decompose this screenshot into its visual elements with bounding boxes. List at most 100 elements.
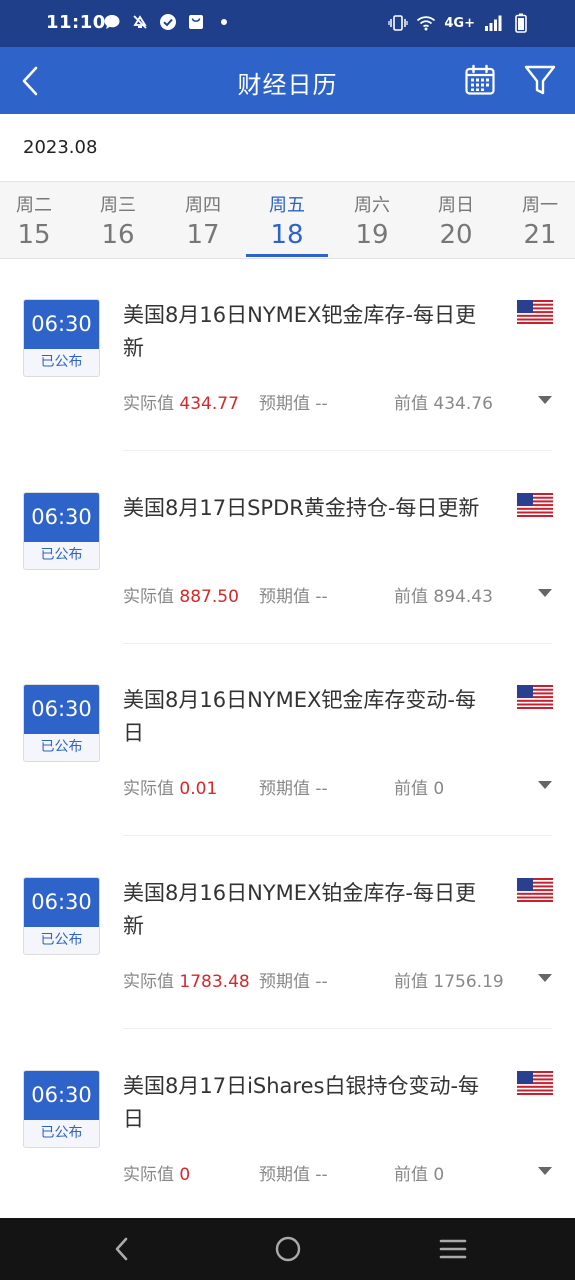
nav-menu-icon [439, 1239, 467, 1259]
day-16[interactable]: 周三 16 [76, 182, 160, 259]
day-number: 21 [523, 220, 557, 250]
actual-value: 实际值 887.50 [123, 587, 239, 607]
event-time-box: 06:30 已公布 [23, 299, 100, 377]
day-name: 周二 [16, 195, 52, 216]
day-number: 15 [17, 220, 51, 250]
event-title: 美国8月17日SPDR黄金持仓-每日更新 [123, 496, 480, 520]
app-bar: 财经日历 [0, 47, 575, 114]
us-flag-icon [517, 1071, 553, 1095]
day-21[interactable]: 周一 21 [498, 182, 575, 259]
check-circle-icon [158, 12, 178, 32]
event-time-box: 06:30 已公布 [23, 877, 100, 955]
vibrate-icon [388, 13, 408, 33]
event-time: 06:30 [24, 493, 99, 542]
event-title: 美国8月16日NYMEX钯金库存-每日更新 [123, 303, 476, 360]
event-item[interactable]: 06:30 已公布 美国8月16日NYMEX钯金库存变动-每日 实际值 0.01… [0, 644, 575, 836]
expand-arrow-icon[interactable] [537, 779, 553, 791]
event-values: 实际值 0 预期值 -- 前值 0 [123, 1160, 543, 1185]
mute-icon [130, 12, 150, 32]
day-20[interactable]: 周日 20 [414, 182, 498, 259]
event-time-box: 06:30 已公布 [23, 684, 100, 762]
shopping-bag-icon [186, 12, 206, 32]
forecast-value: 预期值 -- [259, 587, 328, 607]
day-name: 周一 [522, 195, 558, 216]
expand-arrow-icon[interactable] [537, 1165, 553, 1177]
actual-value: 实际值 434.77 [123, 394, 239, 414]
previous-value: 前值 434.76 [394, 394, 493, 414]
event-item[interactable]: 06:30 已公布 美国8月16日NYMEX钯金库存-每日更新 实际值 434.… [0, 259, 575, 451]
day-name: 周五 [269, 195, 305, 216]
event-values: 实际值 1783.48 预期值 -- 前值 1756.19 [123, 967, 543, 992]
divider [123, 835, 552, 836]
actual-value: 实际值 0 [123, 1165, 191, 1185]
filter-button[interactable] [522, 63, 558, 97]
month-row: 2023.08 [0, 114, 575, 182]
us-flag-icon [517, 493, 553, 517]
day-number: 16 [101, 220, 135, 250]
previous-value: 前值 894.43 [394, 587, 493, 607]
divider [123, 1028, 552, 1029]
chat-bubble-icon [102, 12, 122, 32]
day-number: 19 [355, 220, 389, 250]
event-item[interactable]: 06:30 已公布 美国8月17日SPDR黄金持仓-每日更新 实际值 887.5… [0, 452, 575, 644]
event-time-box: 06:30 已公布 [23, 1070, 100, 1148]
nav-home-button[interactable] [268, 1232, 308, 1266]
event-values: 实际值 434.77 预期值 -- 前值 434.76 [123, 389, 543, 414]
event-time: 06:30 [24, 300, 99, 349]
forecast-value: 预期值 -- [259, 972, 328, 992]
expand-arrow-icon[interactable] [537, 972, 553, 984]
day-name: 周四 [185, 195, 221, 216]
expand-arrow-icon[interactable] [537, 394, 553, 406]
event-values: 实际值 0.01 预期值 -- 前值 0 [123, 774, 543, 799]
event-time: 06:30 [24, 1071, 99, 1120]
day-17[interactable]: 周四 17 [161, 182, 245, 259]
event-title: 美国8月16日NYMEX钯金库存变动-每日 [123, 688, 476, 745]
network-label: 4G+ [444, 15, 475, 31]
month-label[interactable]: 2023.08 [23, 137, 97, 158]
nav-home-icon [275, 1236, 301, 1262]
calendar-icon [465, 64, 495, 95]
nav-back-button[interactable] [102, 1232, 142, 1266]
status-time: 11:10 [46, 12, 106, 33]
event-item[interactable]: 06:30 已公布 美国8月17日iShares白银持仓变动-每日 实际值 0 … [0, 1030, 575, 1222]
day-name: 周三 [100, 195, 136, 216]
status-bar: 11:10 4G+ [0, 0, 575, 47]
previous-value: 前值 0 [394, 1165, 445, 1185]
selected-day-underline [246, 254, 328, 257]
previous-value: 前值 0 [394, 779, 445, 799]
day-number: 18 [270, 220, 304, 250]
forecast-value: 预期值 -- [259, 394, 328, 414]
forecast-value: 预期值 -- [259, 1165, 328, 1185]
event-status: 已公布 [40, 1125, 83, 1141]
event-status: 已公布 [40, 354, 83, 370]
calendar-button[interactable] [464, 64, 496, 96]
day-15[interactable]: 周二 15 [0, 182, 76, 259]
week-strip: 周二 15 周三 16 周四 17 周五 18 周六 19 周日 20 周一 2… [0, 182, 575, 259]
day-19[interactable]: 周六 19 [330, 182, 414, 259]
event-values: 实际值 887.50 预期值 -- 前值 894.43 [123, 582, 543, 607]
nav-back-icon [115, 1237, 128, 1261]
event-time-box: 06:30 已公布 [23, 492, 100, 570]
event-item[interactable]: 06:30 已公布 美国8月16日NYMEX铂金库存-每日更新 实际值 1783… [0, 837, 575, 1029]
forecast-value: 预期值 -- [259, 779, 328, 799]
event-status: 已公布 [40, 547, 83, 563]
battery-icon [511, 13, 531, 33]
day-18-selected[interactable]: 周五 18 [245, 182, 329, 259]
event-title: 美国8月16日NYMEX铂金库存-每日更新 [123, 881, 476, 938]
expand-arrow-icon[interactable] [537, 587, 553, 599]
event-time: 06:30 [24, 878, 99, 927]
filter-icon [524, 65, 556, 95]
previous-value: 前值 1756.19 [394, 972, 504, 992]
status-left-icons [102, 12, 234, 32]
us-flag-icon [517, 685, 553, 709]
system-nav-bar [0, 1218, 575, 1280]
day-name: 周六 [354, 195, 390, 216]
nav-menu-button[interactable] [433, 1232, 473, 1266]
event-status: 已公布 [40, 739, 83, 755]
event-title: 美国8月17日iShares白银持仓变动-每日 [123, 1074, 480, 1131]
wifi-icon [416, 13, 436, 33]
event-time: 06:30 [24, 685, 99, 734]
day-number: 20 [439, 220, 473, 250]
divider [123, 450, 552, 451]
signal-icon [483, 13, 503, 33]
